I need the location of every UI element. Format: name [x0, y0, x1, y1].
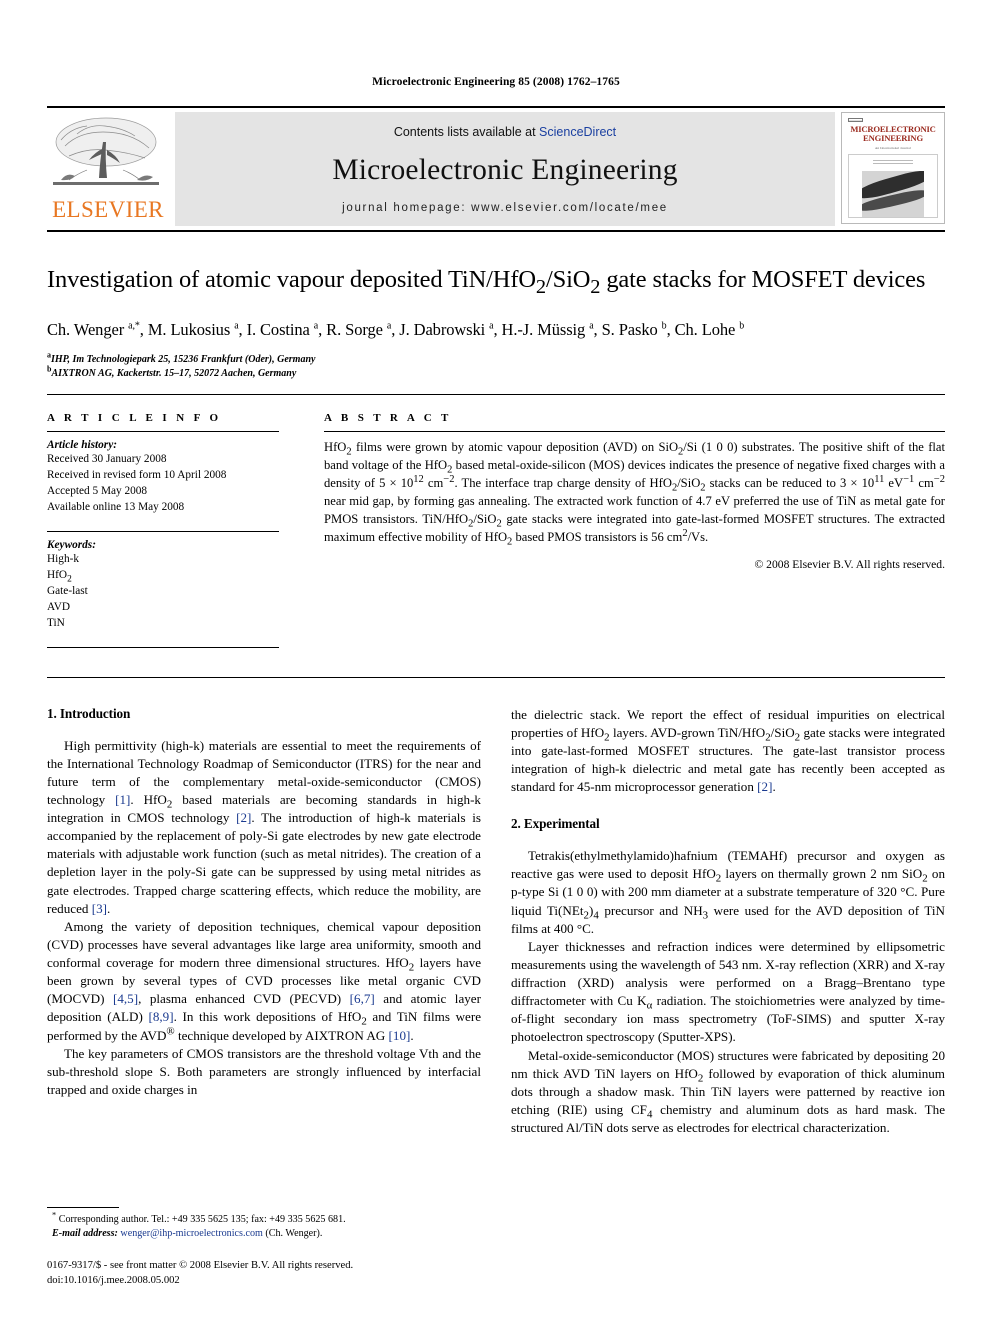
corresponding-author-note: * Corresponding author. Tel.: +49 335 56… [52, 1210, 346, 1225]
keywords-bottom-rule [47, 646, 279, 648]
affiliation-b: bAIXTRON AG, Kackertstr. 15–17, 52072 Aa… [47, 364, 297, 380]
footnote-rule [47, 1206, 119, 1208]
body-columns: 1. Introduction High permittivity (high-… [47, 706, 945, 1138]
article-history-list: Received 30 January 2008 Received in rev… [47, 451, 279, 515]
cover-title-line2: ENGINEERING [863, 133, 923, 144]
imprint-line-1: 0167-9317/$ - see front matter © 2008 El… [47, 1260, 354, 1272]
article-info-heading: A R T I C L E I N F O [47, 412, 222, 425]
history-item: Available online 13 May 2008 [47, 501, 185, 514]
elsevier-wordmark: ELSEVIER [52, 197, 164, 222]
abstract-column: A B S T R A C T HfO2 films were grown by… [324, 412, 945, 654]
affiliation-b-text: AIXTRON AG, Kackertstr. 15–17, 52072 Aac… [51, 368, 297, 380]
affiliation-a: aIHP, Im Technologiepark 25, 15236 Frank… [47, 350, 316, 365]
affiliation-a-text: IHP, Im Technologiepark 25, 15236 Frankf… [51, 353, 316, 365]
journal-masthead: ELSEVIER Contents lists available at Sci… [47, 106, 945, 230]
masthead-center-panel: Contents lists available at ScienceDirec… [175, 112, 835, 226]
elsevier-tree-icon [47, 112, 165, 200]
email-suffix: (Ch. Wenger). [265, 1228, 323, 1240]
journal-homepage-link[interactable]: journal homepage: www.elsevier.com/locat… [342, 202, 668, 214]
experimental-paragraph-3: Metal-oxide-semiconductor (MOS) structur… [511, 1047, 946, 1136]
intro-paragraph-3: The key parameters of CMOS transistors a… [47, 1045, 481, 1097]
imprint-block: 0167-9317/$ - see front matter © 2008 El… [47, 1259, 481, 1289]
cover-publisher-mark-icon [848, 118, 863, 122]
journal-title: Microelectronic Engineering [332, 154, 678, 186]
cover-rule [872, 160, 914, 161]
running-head: Microelectronic Engineering 85 (2008) 17… [372, 76, 620, 88]
cover-artwork-image [862, 171, 924, 217]
cover-rule [872, 163, 914, 164]
info-abstract-block: A R T I C L E I N F O Article history: R… [47, 412, 945, 654]
column-gutter [279, 412, 324, 654]
abstract-rule [324, 431, 945, 433]
abstract-heading: A B S T R A C T [324, 412, 452, 425]
keywords-label: Keywords: [47, 539, 96, 552]
history-item: Received in revised form 10 April 2008 [47, 469, 227, 482]
page-footer: * Corresponding author. Tel.: +49 335 56… [47, 1206, 481, 1289]
section-heading-experimental: 2. Experimental [511, 816, 600, 832]
contents-prefix: Contents lists available at [393, 125, 540, 139]
masthead-bottom-rule [47, 230, 945, 232]
body-column-left: 1. Introduction High permittivity (high-… [47, 706, 481, 1138]
body-column-right: the dielectric stack. We report the effe… [511, 706, 945, 1138]
abstract-text: HfO2 films were grown by atomic vapour d… [324, 440, 945, 548]
keywords-top-rule [47, 531, 279, 533]
intro-paragraph-1: High permittivity (high-k) materials are… [47, 737, 481, 916]
cover-subtitle: An International Journal [875, 146, 911, 150]
intro-paragraph-2: Among the variety of deposition techniqu… [47, 918, 482, 1043]
article-history-label: Article history: [47, 439, 117, 452]
email-note: E-mail address: wenger@ihp-microelectron… [47, 1227, 481, 1241]
author-list: Ch. Wenger a,*, M. Lukosius a, I. Costin… [47, 319, 745, 339]
body-gutter [481, 706, 511, 1138]
abstract-copyright: © 2008 Elsevier B.V. All rights reserved… [754, 558, 945, 572]
sciencedirect-link[interactable]: ScienceDirect [539, 125, 616, 139]
info-top-rule [47, 394, 945, 396]
keywords-list: High-k HfO2 Gate-last AVD TiN [47, 553, 88, 630]
paper-page: Microelectronic Engineering 85 (2008) 17… [0, 0, 992, 1323]
section-heading-introduction: 1. Introduction [47, 705, 131, 721]
history-item: Accepted 5 May 2008 [47, 485, 148, 498]
article-info-rule [47, 431, 279, 433]
email-label: E-mail address: [52, 1228, 118, 1240]
affiliations: aIHP, Im Technologiepark 25, 15236 Frank… [47, 350, 945, 381]
history-item: Received 30 January 2008 [47, 453, 167, 466]
experimental-paragraph-1: Tetrakis(ethylmethylamido)hafnium (TEMAH… [511, 848, 945, 936]
journal-cover-thumbnail: MICROELECTRONIC ENGINEERING An Internati… [841, 112, 945, 224]
experimental-paragraph-2: Layer thicknesses and refraction indices… [511, 938, 945, 1045]
email-link[interactable]: wenger@ihp-microelectronics.com [120, 1228, 262, 1239]
elsevier-logo: ELSEVIER [47, 108, 169, 230]
cover-inner-frame [848, 154, 938, 218]
contents-available-line: Contents lists available at ScienceDirec… [394, 125, 616, 139]
intro-paragraph-3-continued: the dielectric stack. We report the effe… [511, 706, 945, 795]
article-info-column: A R T I C L E I N F O Article history: R… [47, 412, 279, 654]
body-top-rule [47, 676, 945, 678]
page-title: Investigation of atomic vapour deposited… [47, 266, 926, 298]
imprint-line-2: doi:10.1016/j.mee.2008.05.002 [47, 1275, 180, 1287]
